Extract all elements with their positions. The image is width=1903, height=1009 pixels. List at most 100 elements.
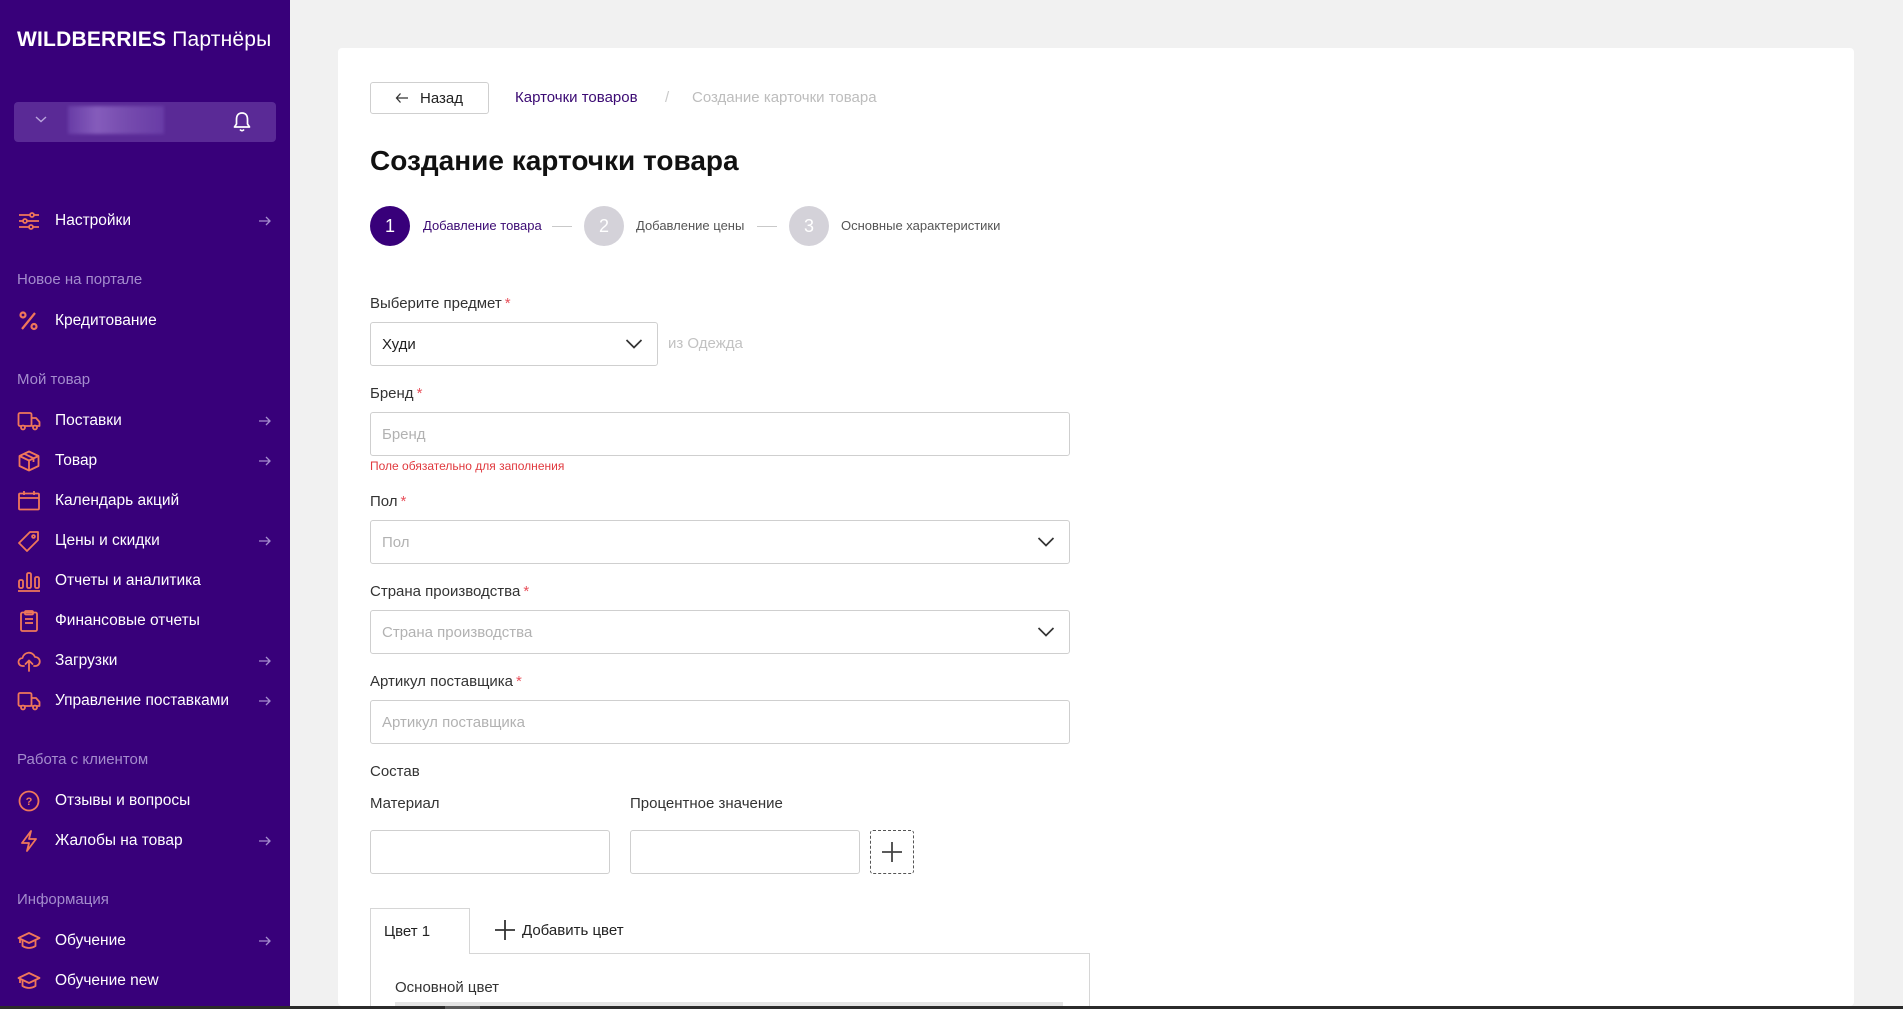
- gender-placeholder: Пол: [382, 533, 410, 551]
- step-2-circle: 2: [584, 206, 624, 246]
- sidebar: WILDBERRIES Партнёры Настройки Новое на п…: [0, 0, 290, 1006]
- chevron-down-icon: [1037, 537, 1055, 547]
- arrow-right-icon: [259, 936, 271, 946]
- vendor-code-label: Артикул поставщика *: [370, 673, 522, 690]
- sidebar-item-uploads[interactable]: Загрузки: [0, 643, 290, 679]
- sidebar-item-supply-management[interactable]: Управление поставками: [0, 683, 290, 719]
- brand-placeholder: Бренд: [382, 425, 426, 443]
- question-circle-icon: ?: [18, 790, 40, 812]
- required-mark: *: [400, 493, 407, 510]
- cloud-upload-icon: [17, 651, 41, 672]
- sidebar-item-label: Товар: [55, 452, 98, 469]
- logo-suffix: Партнёры: [172, 28, 272, 51]
- sidebar-section-title: Работа с клиентом: [17, 751, 149, 768]
- sidebar-item-goods[interactable]: Товар: [0, 443, 290, 479]
- graduation-cap-icon: [17, 932, 41, 949]
- sidebar-item-label: Настройки: [55, 212, 132, 229]
- box-icon: [18, 450, 40, 472]
- sidebar-item-label: Обучение: [55, 932, 126, 949]
- sidebar-item-promo-calendar[interactable]: Календарь акций: [0, 483, 290, 519]
- subject-value: Худи: [382, 335, 416, 353]
- brand-input[interactable]: Бренд: [370, 412, 1070, 456]
- bar-chart-icon: [18, 572, 40, 592]
- arrow-right-icon: [259, 216, 271, 226]
- subject-select[interactable]: Худи: [370, 322, 658, 366]
- sidebar-item-prices-discounts[interactable]: Цены и скидки: [0, 523, 290, 559]
- clipboard-icon: [20, 610, 38, 632]
- step-3-label: Основные характеристики: [841, 218, 1001, 233]
- sidebar-item-reports-analytics[interactable]: Отчеты и аналитика: [0, 563, 290, 599]
- required-mark: *: [523, 583, 530, 600]
- add-color-label: Добавить цвет: [522, 921, 624, 939]
- step-2-label: Добавление цены: [636, 218, 745, 233]
- required-mark: *: [516, 673, 522, 690]
- gender-select[interactable]: Пол: [370, 520, 1070, 564]
- gender-label-text: Пол: [370, 493, 398, 510]
- percent-input[interactable]: [630, 830, 860, 874]
- subject-label: Выберите предмет *: [370, 295, 511, 312]
- truck-icon: [17, 412, 41, 431]
- sidebar-item-label: Отчеты и аналитика: [55, 572, 201, 589]
- bell-icon[interactable]: [232, 111, 252, 133]
- chevron-down-icon: [625, 339, 643, 349]
- material-label: Материал: [370, 795, 440, 812]
- sidebar-item-financial-reports[interactable]: Финансовые отчеты: [0, 603, 290, 639]
- sidebar-section-title: Новое на портале: [17, 271, 143, 288]
- logo[interactable]: WILDBERRIES Партнёры: [17, 28, 271, 52]
- sidebar-item-label: Управление поставками: [55, 692, 230, 709]
- settings-sliders-icon: [19, 212, 39, 230]
- arrow-right-icon: [259, 696, 271, 706]
- sidebar-item-reviews-questions[interactable]: ? Отзывы и вопросы: [0, 783, 290, 819]
- step-3-circle: 3: [789, 206, 829, 246]
- sidebar-item-label: Загрузки: [55, 652, 118, 669]
- page-title: Создание карточки товара: [370, 145, 739, 176]
- brand-label: Бренд *: [370, 385, 422, 402]
- sidebar-item-label: Финансовые отчеты: [55, 612, 200, 629]
- account-switcher[interactable]: [14, 102, 276, 142]
- percent-label: Процентное значение: [630, 795, 783, 812]
- subject-label-text: Выберите предмет: [370, 295, 502, 312]
- lightning-icon: [21, 830, 37, 852]
- plus-icon: [882, 842, 902, 862]
- tab-color-1[interactable]: Цвет 1: [370, 908, 470, 954]
- calendar-icon: [18, 491, 40, 511]
- sidebar-section-title: Информация: [17, 891, 109, 908]
- sidebar-item-supplies[interactable]: Поставки: [0, 403, 290, 439]
- sidebar-item-label: Поставки: [55, 412, 122, 429]
- sidebar-item-complaints[interactable]: Жалобы на товар: [0, 823, 290, 859]
- sidebar-item-label: Отзывы и вопросы: [55, 792, 191, 809]
- breadcrumb-product-cards[interactable]: Карточки товаров: [515, 89, 638, 106]
- main-color-label: Основной цвет: [395, 979, 500, 996]
- tag-icon: [18, 531, 39, 552]
- sidebar-item-learning-new[interactable]: Обучение new: [0, 963, 290, 999]
- graduation-cap-icon: [17, 972, 41, 989]
- breadcrumb-separator: /: [665, 89, 670, 106]
- brand-error-message: Поле обязательно для заполнения: [370, 459, 565, 473]
- arrow-left-icon: [395, 93, 408, 103]
- sidebar-item-label: Обучение new: [55, 972, 159, 989]
- country-select[interactable]: Страна производства: [370, 610, 1070, 654]
- vendor-code-label-text: Артикул поставщика: [370, 673, 514, 690]
- add-composition-button[interactable]: [870, 830, 914, 874]
- breadcrumb-current: Создание карточки товара: [692, 89, 877, 106]
- back-button[interactable]: Назад: [370, 82, 489, 114]
- arrow-right-icon: [259, 836, 271, 846]
- sidebar-item-label: Календарь акций: [55, 492, 180, 509]
- sidebar-item-learning[interactable]: Обучение: [0, 923, 290, 959]
- back-button-label: Назад: [420, 89, 463, 107]
- sidebar-item-credit[interactable]: Кредитование: [0, 303, 290, 339]
- sidebar-item-label: Кредитование: [55, 312, 157, 329]
- add-color-button[interactable]: Добавить цвет: [494, 918, 624, 942]
- gender-label: Пол *: [370, 493, 406, 510]
- step-1-label: Добавление товара: [423, 218, 542, 233]
- composition-label: Состав: [370, 763, 420, 780]
- svg-text:?: ?: [26, 796, 33, 808]
- material-input[interactable]: [370, 830, 610, 874]
- vendor-code-input[interactable]: Артикул поставщика: [370, 700, 1070, 744]
- sidebar-item-label: Жалобы на товар: [55, 832, 183, 849]
- sidebar-item-settings[interactable]: Настройки: [0, 203, 290, 239]
- account-name-blurred: [68, 106, 164, 134]
- logo-brand: WILDBERRIES: [17, 28, 167, 51]
- plus-icon: [495, 920, 515, 940]
- arrow-right-icon: [259, 456, 271, 466]
